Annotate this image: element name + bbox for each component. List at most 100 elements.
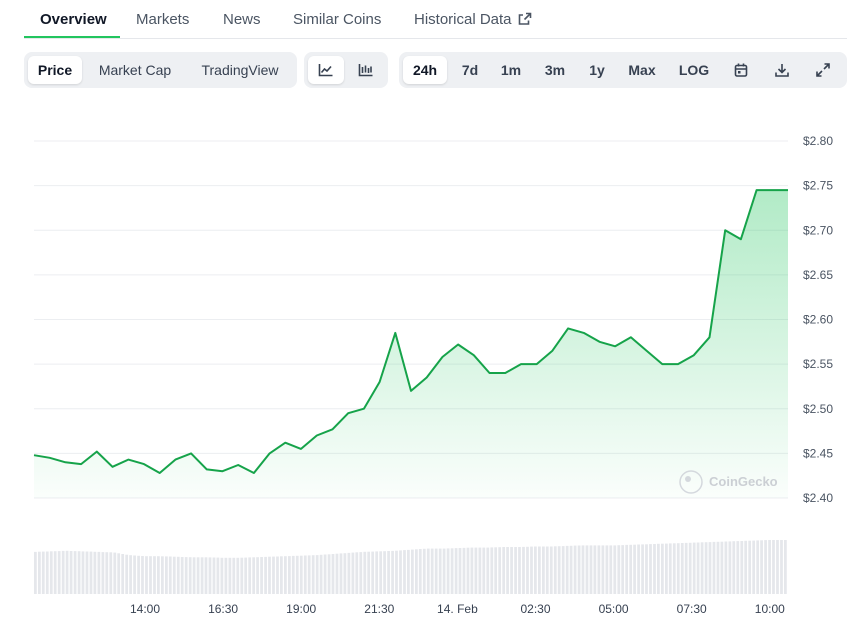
market-cap-option[interactable]: Market Cap	[88, 56, 182, 84]
range-3m[interactable]: 3m	[533, 56, 577, 84]
tab-overview[interactable]: Overview	[40, 11, 107, 28]
log-scale-toggle[interactable]: LOG	[671, 56, 717, 84]
watermark-text: CoinGecko	[709, 474, 778, 489]
volume-bar	[776, 540, 779, 594]
line-chart-button[interactable]	[308, 56, 344, 84]
volume-bar	[351, 552, 355, 594]
volume-bar	[248, 557, 252, 594]
volume-bar	[573, 545, 577, 594]
volume-bar	[212, 557, 216, 594]
volume-bar	[133, 555, 136, 594]
volume-bar	[93, 551, 97, 594]
volume-bar	[291, 555, 295, 594]
volume-bar	[109, 552, 113, 594]
fullscreen-button[interactable]	[807, 56, 839, 84]
volume-bar	[307, 555, 311, 594]
x-tick-label: 10:00	[755, 602, 785, 616]
volume-bar	[653, 544, 656, 594]
tradingview-option[interactable]: TradingView	[188, 56, 292, 84]
y-tick-label: $2.75	[803, 179, 833, 193]
volume-bar	[684, 542, 688, 594]
volume-bar	[137, 555, 140, 594]
calendar-button[interactable]	[725, 56, 757, 84]
y-tick-label: $2.65	[803, 268, 833, 282]
volume-bar	[367, 551, 371, 594]
volume-bar	[534, 546, 537, 594]
volume-bar	[153, 556, 156, 594]
volume-bar	[327, 554, 331, 594]
volume-bar	[645, 544, 648, 594]
volume-bar	[319, 554, 323, 594]
volume-bar	[637, 544, 640, 594]
volume-bar	[89, 551, 93, 594]
volume-bar	[668, 543, 672, 594]
y-axis: $2.40 $2.45 $2.50 $2.55 $2.60 $2.65 $2.70 $2.75…	[803, 134, 833, 505]
volume-bar	[260, 557, 263, 594]
range-24h[interactable]: 24h	[403, 56, 447, 84]
volume-bar	[518, 547, 521, 594]
range-max[interactable]: Max	[619, 56, 665, 84]
tab-historical-data[interactable]: Historical Data	[414, 11, 532, 28]
volume-bar	[180, 557, 184, 594]
volume-bar	[383, 551, 386, 594]
volume-bar	[665, 543, 668, 594]
range-7d[interactable]: 7d	[451, 56, 489, 84]
volume-bar	[772, 540, 775, 594]
y-tick-label: $2.55	[803, 357, 833, 371]
volume-bar	[724, 541, 728, 594]
volume-bar	[585, 545, 589, 594]
volume-bar	[621, 545, 625, 594]
volume-bar	[101, 552, 105, 594]
price-option[interactable]: Price	[28, 56, 82, 84]
volume-bar	[359, 552, 363, 594]
volume-bar	[657, 543, 660, 594]
volume-bar	[780, 540, 783, 594]
x-tick-label: 16:30	[208, 602, 238, 616]
volume-bar	[323, 554, 327, 594]
tab-markets[interactable]: Markets	[136, 11, 189, 28]
download-button[interactable]	[766, 56, 798, 84]
volume-bar	[462, 547, 466, 594]
volume-bar	[553, 546, 557, 594]
range-1m[interactable]: 1m	[493, 56, 529, 84]
volume-bar	[200, 557, 204, 594]
volume-bar	[256, 557, 259, 594]
volume-bar	[478, 547, 482, 594]
volume-bar	[232, 557, 236, 594]
volume-bar	[371, 551, 375, 594]
volume-bar	[57, 551, 61, 594]
volume-bar	[740, 541, 744, 594]
candlestick-chart-button[interactable]	[348, 56, 384, 84]
volume-bar	[601, 545, 605, 594]
volume-bar	[208, 557, 212, 594]
volume-bar	[34, 551, 37, 594]
volume-bar	[121, 554, 125, 594]
volume-bar	[764, 540, 767, 594]
volume-bar	[53, 551, 57, 594]
volume-bar	[69, 551, 73, 594]
volume-bar	[141, 556, 144, 594]
volume-bar	[375, 551, 379, 594]
volume-bar	[224, 557, 228, 594]
volume-bar	[61, 550, 65, 594]
volume-bar	[395, 550, 398, 594]
volume-bar	[299, 555, 303, 594]
volume-bar	[41, 551, 45, 594]
volume-bar	[204, 557, 208, 594]
volume-bar	[161, 556, 164, 594]
volume-bar	[220, 557, 224, 594]
volume-bar	[498, 547, 502, 594]
tab-news[interactable]: News	[223, 11, 261, 28]
volume-bar	[288, 556, 291, 594]
volume-bar	[625, 544, 629, 594]
volume-bar	[692, 542, 696, 594]
volume-bar	[403, 550, 406, 594]
volume-bar	[454, 548, 458, 594]
range-1y[interactable]: 1y	[581, 56, 613, 84]
volume-bar	[303, 555, 307, 594]
volume-bar	[172, 556, 176, 594]
volume-bar	[538, 546, 541, 594]
volume-bar	[744, 540, 748, 594]
volume-bars	[34, 540, 787, 594]
tab-similar-coins[interactable]: Similar Coins	[293, 11, 381, 28]
